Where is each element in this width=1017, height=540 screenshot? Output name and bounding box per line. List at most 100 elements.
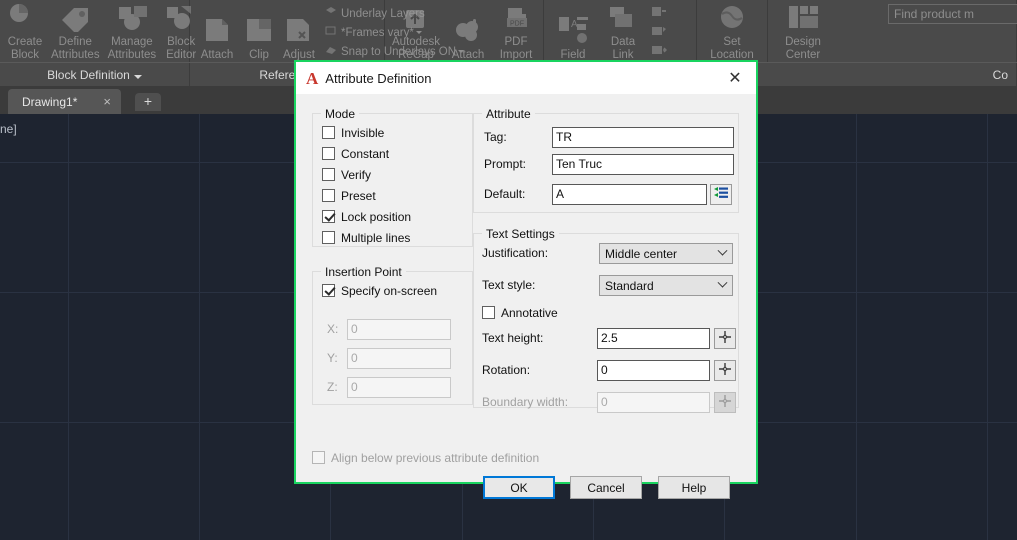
underlay-layers-icon xyxy=(325,6,337,21)
autocad-logo-icon: A xyxy=(306,68,318,88)
input-default[interactable]: A xyxy=(552,184,707,205)
dropdown-justification[interactable]: Middle center xyxy=(599,243,733,264)
checkbox-label: Multiple lines xyxy=(341,230,411,245)
checkbox-label: Constant xyxy=(341,146,390,161)
insert-field-button[interactable] xyxy=(710,184,732,205)
button-label: OK xyxy=(510,480,528,495)
pick-point-boundary-width-button[interactable] xyxy=(714,392,736,413)
svg-text:PDF: PDF xyxy=(510,20,524,27)
label-text-style: Text style: xyxy=(482,278,536,292)
cancel-button[interactable]: Cancel xyxy=(570,476,642,499)
checkbox-verify[interactable]: Verify xyxy=(322,164,472,185)
checkbox-box[interactable] xyxy=(322,210,335,223)
checkbox-specify-on-screen[interactable]: Specify on-screen xyxy=(322,280,472,301)
checkbox-multiple-lines[interactable]: Multiple lines xyxy=(322,227,472,248)
ribbon-button-manage-attributes[interactable]: Manage Attributes xyxy=(104,2,161,62)
ribbon-row-frames-vary[interactable]: *Frames vary* xyxy=(321,23,422,42)
text-settings-group: Text Settings Justification: Middle cent… xyxy=(473,227,739,413)
checkbox-label: Invisible xyxy=(341,125,385,140)
label-z: Z: xyxy=(327,380,338,394)
extract-data-icon xyxy=(651,5,667,22)
pick-point-text-height-button[interactable] xyxy=(714,328,736,349)
label-boundary-width: Boundary width: xyxy=(482,395,569,409)
ribbon-button-pdf-import[interactable]: PDF PDF Import xyxy=(492,2,540,62)
label-justification: Justification: xyxy=(482,246,549,260)
checkbox-box[interactable] xyxy=(482,306,495,319)
help-button[interactable]: Help xyxy=(658,476,730,499)
ok-button[interactable]: OK xyxy=(483,476,555,499)
checkbox-box[interactable] xyxy=(322,231,335,244)
snap-underlay-icon xyxy=(325,44,337,59)
dropdown-text-style[interactable]: Standard xyxy=(599,275,733,296)
grid-line-vertical xyxy=(987,114,988,540)
ribbon-row-update-table[interactable] xyxy=(647,23,693,42)
ribbon-button-define-attributes[interactable]: Define Attributes xyxy=(47,2,104,62)
new-tab-button[interactable]: + xyxy=(135,93,161,111)
canvas-label-text: ne] xyxy=(0,122,17,136)
document-tab-drawing1[interactable]: Drawing1* × xyxy=(8,89,121,114)
ribbon-button-label: Clip xyxy=(249,48,269,61)
input-prompt[interactable]: Ten Truc xyxy=(552,154,734,175)
pdf-import-icon: PDF xyxy=(500,0,532,35)
checkbox-align-below-previous[interactable]: Align below previous attribute definitio… xyxy=(312,447,539,468)
product-search-placeholder: Find product m xyxy=(894,7,975,21)
input-rotation[interactable]: 0 xyxy=(597,360,710,381)
ribbon-button-label: PDF Import xyxy=(499,36,533,61)
checkbox-label: Specify on-screen xyxy=(341,283,438,298)
ribbon-button-create-block[interactable]: Create Block xyxy=(3,2,47,62)
checkbox-invisible[interactable]: Invisible xyxy=(322,122,472,143)
crosshair-icon xyxy=(718,362,732,379)
checkbox-constant[interactable]: Constant xyxy=(322,143,472,164)
svg-text:A: A xyxy=(571,19,578,30)
insertion-point-legend: Insertion Point xyxy=(321,265,406,279)
text-settings-legend: Text Settings xyxy=(482,227,559,241)
ribbon-row-underlay-layers[interactable]: Underlay Layers xyxy=(321,4,425,23)
label-prompt: Prompt: xyxy=(484,157,527,171)
chevron-down-icon[interactable] xyxy=(712,244,732,263)
input-tag[interactable]: TR xyxy=(552,127,734,148)
design-center-icon xyxy=(786,0,820,35)
dialog-title-bar[interactable]: A Attribute Definition ✕ xyxy=(296,62,756,95)
product-search-box[interactable]: Find product m xyxy=(888,4,1017,24)
input-text-height[interactable]: 2.5 xyxy=(597,328,710,349)
ribbon-row-snap-to-underlays[interactable]: Snap to Underlays ON xyxy=(321,42,465,61)
chevron-down-icon[interactable] xyxy=(133,74,142,79)
ribbon-button-adjust[interactable]: Adjust xyxy=(277,2,321,62)
ribbon-row-extract-data[interactable] xyxy=(647,4,693,23)
checkbox-box[interactable] xyxy=(312,451,325,464)
mode-group-legend: Mode xyxy=(321,107,360,121)
input-boundary-width[interactable]: 0 xyxy=(597,392,710,413)
checkbox-box[interactable] xyxy=(322,147,335,160)
ribbon-button-field[interactable]: A Field xyxy=(547,2,599,62)
chevron-down-icon[interactable] xyxy=(712,276,732,295)
ribbon-row-download-data[interactable] xyxy=(647,42,693,61)
pick-point-rotation-button[interactable] xyxy=(714,360,736,381)
close-icon[interactable]: ✕ xyxy=(714,62,756,95)
checkbox-box[interactable] xyxy=(322,189,335,202)
ribbon-button-design-center[interactable]: Design Center xyxy=(771,2,835,62)
close-icon[interactable]: × xyxy=(99,95,115,108)
ribbon-button-data-link[interactable]: Data Link xyxy=(599,2,647,62)
download-data-icon xyxy=(651,43,668,60)
checkbox-box[interactable] xyxy=(322,168,335,181)
checkbox-lock-position[interactable]: Lock position xyxy=(322,206,472,227)
ribbon-toolbar: Create Block Define Attributes Manage At… xyxy=(0,0,1017,62)
button-label: Help xyxy=(681,480,707,495)
checkbox-annotative[interactable]: Annotative xyxy=(482,302,558,323)
checkbox-preset[interactable]: Preset xyxy=(322,185,472,206)
input-y[interactable]: 0 xyxy=(347,348,451,369)
input-z[interactable]: 0 xyxy=(347,377,451,398)
ribbon-button-attach[interactable]: Attach xyxy=(193,2,241,62)
ribbon-button-clip[interactable]: Clip xyxy=(241,2,277,62)
checkbox-box[interactable] xyxy=(322,126,335,139)
checkbox-box[interactable] xyxy=(322,284,335,297)
ribbon-panel-content: Design Center Find product m xyxy=(768,0,1017,62)
panel-label-block-definition[interactable]: Block Definition xyxy=(0,62,190,87)
ribbon-button-label: Autodesk ReCap xyxy=(392,36,440,61)
input-x[interactable]: 0 xyxy=(347,319,451,340)
manage-attributes-icon xyxy=(115,0,149,35)
ribbon-button-set-location[interactable]: Set Location xyxy=(700,2,764,62)
ribbon-button-attach-cloud[interactable]: Attach xyxy=(444,2,492,62)
data-extra-icons-group xyxy=(647,0,693,62)
ribbon-button-autodesk-recap[interactable]: Autodesk ReCap xyxy=(388,2,444,62)
